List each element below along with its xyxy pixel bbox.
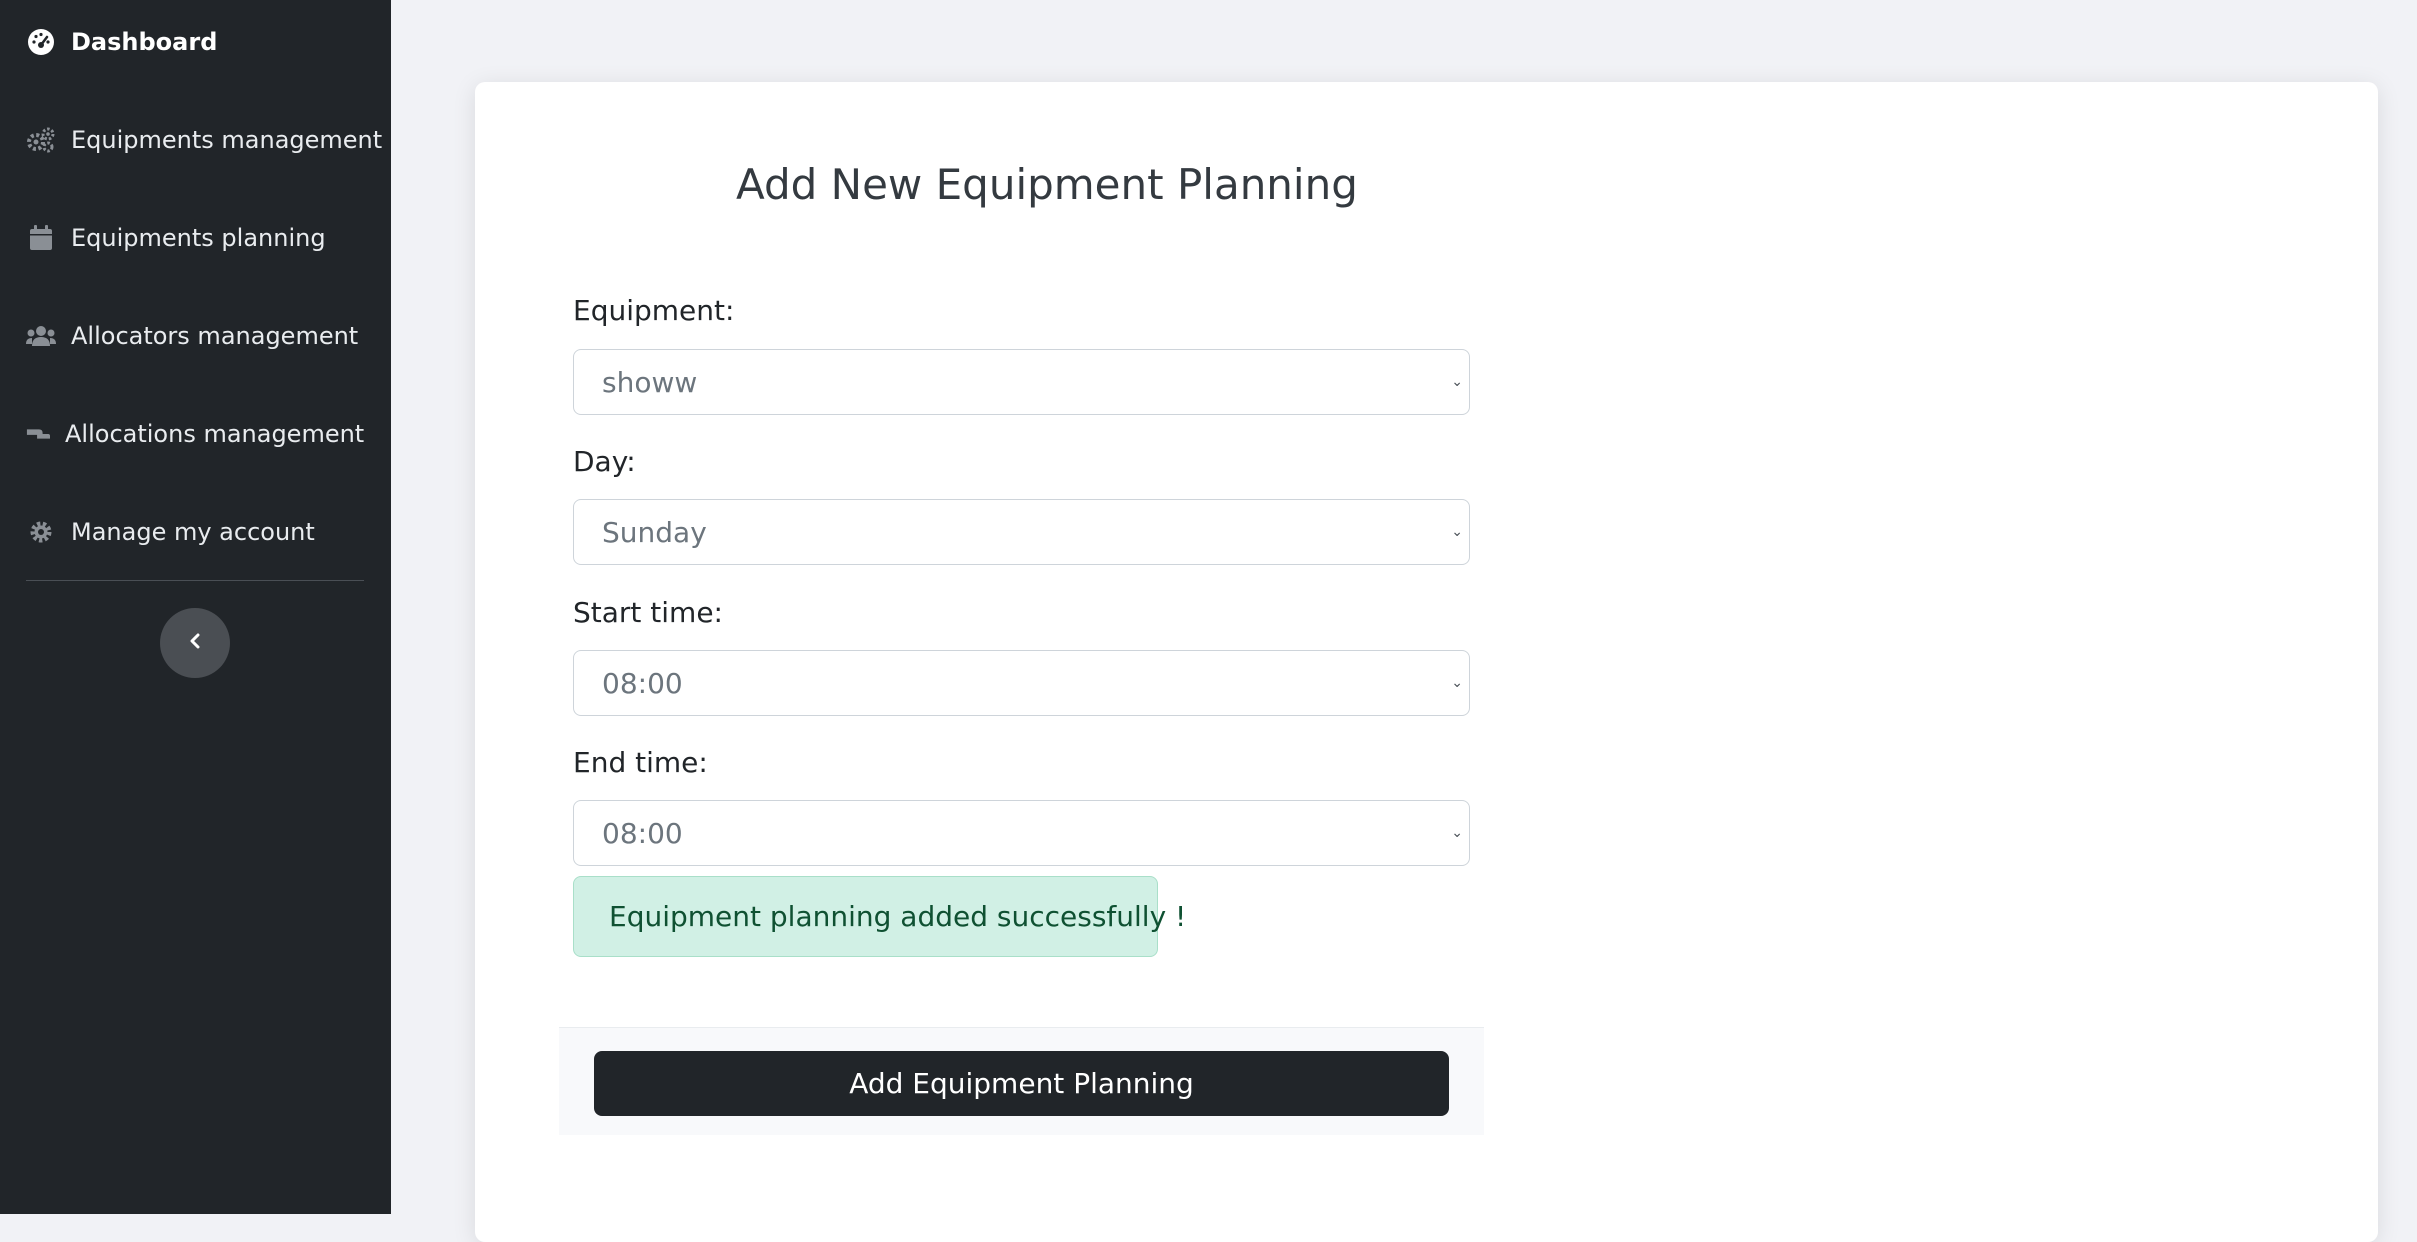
start-time-label: Start time:	[573, 596, 723, 629]
sidebar-item-label: Allocators management	[71, 322, 359, 350]
add-equipment-planning-button[interactable]: Add Equipment Planning	[594, 1051, 1449, 1116]
gears-icon	[26, 125, 56, 155]
sidebar-item-equipments-management[interactable]: Equipments management	[26, 120, 382, 160]
end-time-select[interactable]: 08:00 ⌄	[573, 800, 1470, 866]
equipment-select[interactable]: showw ⌄	[573, 349, 1470, 415]
sidebar-item-label: Equipments management	[71, 126, 383, 154]
sidebar-item-equipments-planning[interactable]: Equipments planning	[26, 218, 326, 258]
hand-holding-icon	[26, 419, 50, 449]
chevron-down-icon: ⌄	[1451, 524, 1463, 540]
page-title: Add New Equipment Planning	[736, 160, 1358, 209]
calendar-icon	[26, 223, 56, 253]
gear-icon	[26, 517, 56, 547]
sidebar-item-manage-my-account[interactable]: Manage my account	[26, 512, 315, 552]
day-label: Day:	[573, 445, 636, 478]
equipment-label: Equipment:	[573, 294, 735, 327]
sidebar-item-label: Equipments planning	[71, 224, 326, 252]
sidebar-collapse-button[interactable]	[160, 608, 230, 678]
sidebar-item-dashboard[interactable]: Dashboard	[26, 22, 217, 62]
start-time-select[interactable]: 08:00 ⌄	[573, 650, 1470, 716]
sidebar-item-label: Dashboard	[71, 28, 218, 56]
sidebar-item-label: Manage my account	[71, 518, 315, 546]
chevron-down-icon: ⌄	[1451, 374, 1463, 390]
end-time-select-value: 08:00	[602, 816, 683, 850]
sidebar-item-allocators-management[interactable]: Allocators management	[26, 316, 358, 356]
sidebar-divider	[26, 580, 364, 581]
equipment-select-value: showw	[602, 365, 698, 399]
success-alert: Equipment planning added successfully !	[573, 876, 1186, 957]
users-icon	[26, 321, 56, 351]
success-alert-text: Equipment planning added successfully !	[609, 900, 1187, 933]
chevron-down-icon: ⌄	[1451, 825, 1463, 841]
end-time-label: End time:	[573, 746, 708, 779]
day-select[interactable]: Sunday ⌄	[573, 499, 1470, 565]
day-select-value: Sunday	[602, 515, 707, 549]
chevron-down-icon: ⌄	[1451, 675, 1463, 691]
start-time-select-value: 08:00	[602, 666, 683, 700]
chevron-left-icon	[188, 632, 202, 654]
sidebar: Dashboard Equipments management Equipmen…	[0, 0, 391, 1214]
sidebar-item-allocations-management[interactable]: Allocations management	[26, 414, 364, 454]
sidebar-item-label: Allocations management	[65, 420, 365, 448]
gauge-icon	[26, 27, 56, 57]
